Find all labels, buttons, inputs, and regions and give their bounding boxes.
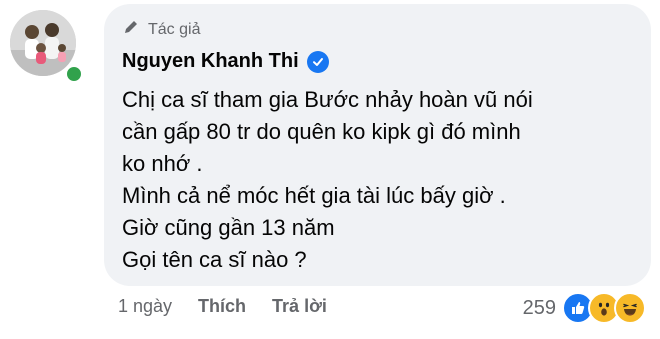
pen-icon <box>122 18 140 41</box>
online-status-dot <box>64 64 84 84</box>
comment-line: ko nhớ . <box>122 151 203 176</box>
avatar[interactable] <box>10 10 94 84</box>
comment-line: cần gấp 80 tr do quên ko kipk gì đó mình <box>122 119 521 144</box>
comment-bubble: Tác giả Nguyen Khanh Thi Chị ca sĩ tham … <box>104 4 651 286</box>
haha-icon <box>614 292 646 324</box>
reaction-summary[interactable]: 259 <box>523 292 646 324</box>
comment-line: Chị ca sĩ tham gia Bước nhảy hoàn vũ nói <box>122 87 533 112</box>
like-button[interactable]: Thích <box>198 296 246 317</box>
author-row: Nguyen Khanh Thi <box>122 50 329 73</box>
comment-line: Mình cả nể móc hết gia tài lúc bấy giờ . <box>122 183 506 208</box>
reaction-count: 259 <box>522 296 556 319</box>
comment-actions: 1 ngày Thích Trả lời <box>118 296 327 317</box>
comment-timestamp[interactable]: 1 ngày <box>118 296 172 317</box>
role-label: Tác giả <box>148 20 201 38</box>
reply-button[interactable]: Trả lời <box>272 296 327 317</box>
author-role-badge: Tác giả <box>122 18 200 41</box>
verified-badge-icon <box>306 50 329 73</box>
comment-line: Gọi tên ca sĩ nào ? <box>122 247 307 272</box>
comment-line: Giờ cũng gần 13 năm <box>122 215 335 240</box>
comment-body: Chị ca sĩ tham gia Bước nhảy hoàn vũ nói… <box>122 84 642 276</box>
author-name[interactable]: Nguyen Khanh Thi <box>122 50 299 73</box>
